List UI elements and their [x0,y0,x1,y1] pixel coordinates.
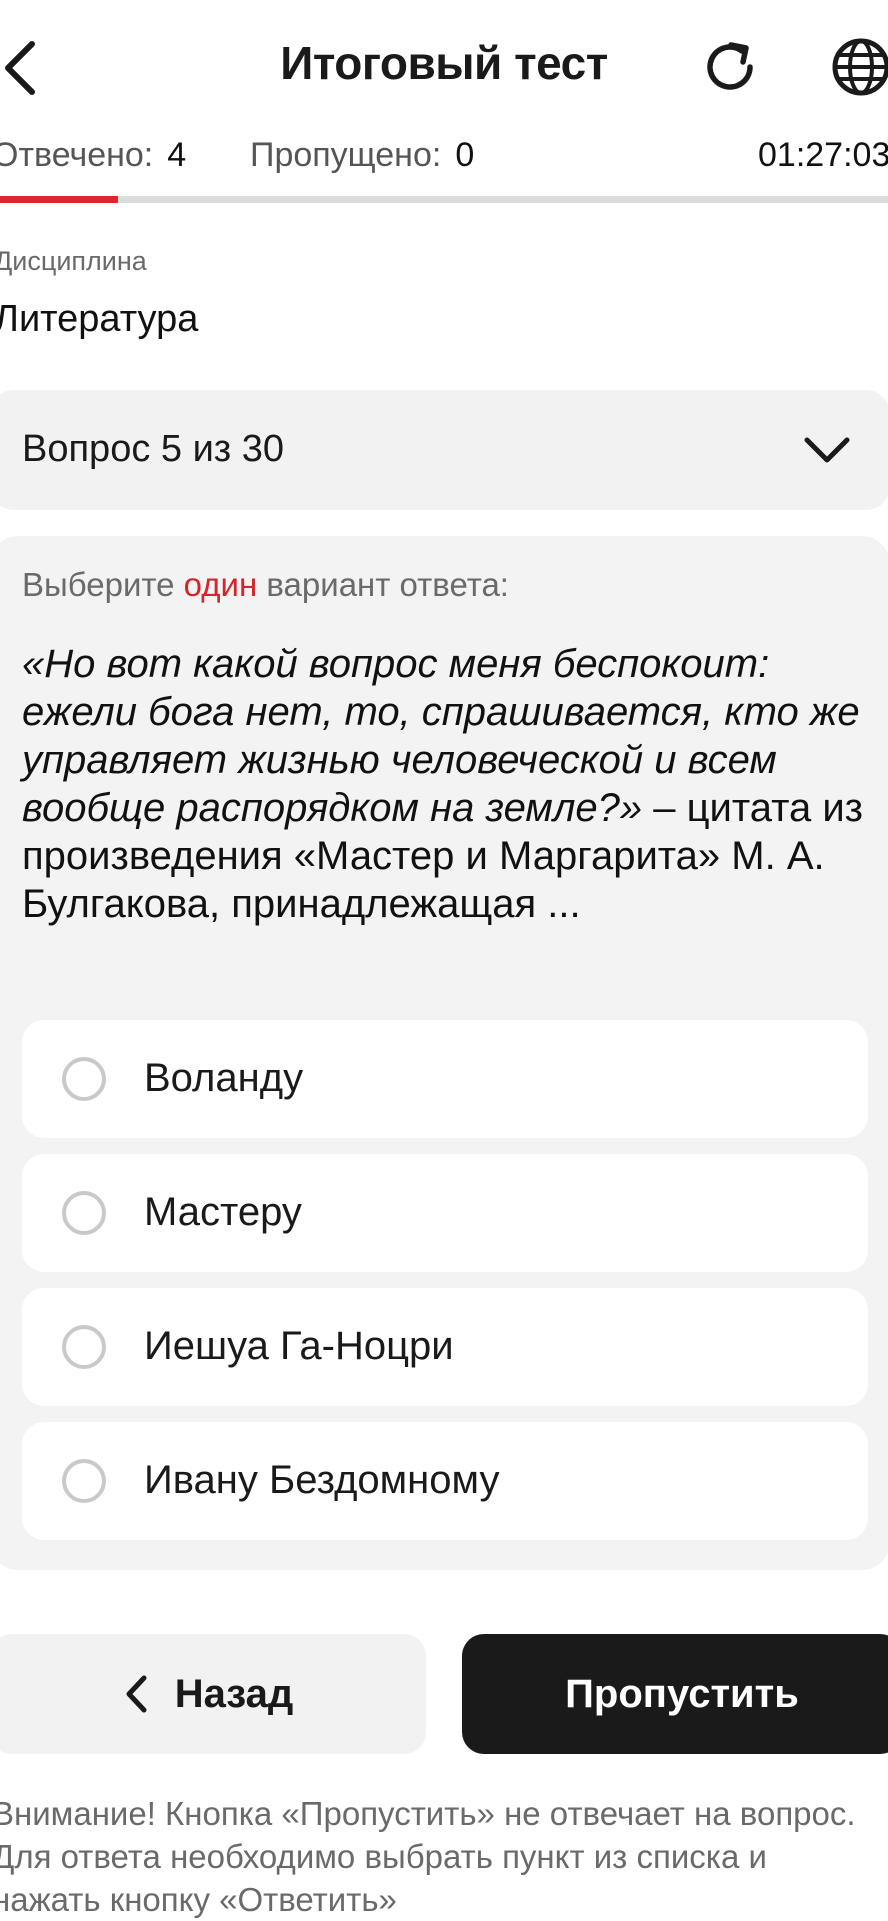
answer-option[interactable]: Воланду [22,1020,868,1138]
answered-counter: Отвечено: 4 [0,136,186,175]
skipped-value: 0 [455,136,475,174]
progress-bar-fill [0,196,119,203]
answered-value: 4 [167,136,187,174]
discipline-value: Литература [0,298,199,340]
answer-option-label: Ивану Бездомному [144,1458,500,1502]
answer-option-label: Мастеру [144,1190,302,1234]
answered-label: Отвечено: [0,136,154,174]
question-text: «Но вот какой вопрос меня беспокоит: еже… [22,640,864,928]
skip-button-label: Пропустить [565,1672,799,1716]
timer: 01:27:03 [758,136,888,174]
back-button-label: Назад [174,1671,294,1716]
question-selector-label: Вопрос 5 из 30 [22,428,285,470]
refresh-icon[interactable] [700,36,762,98]
chevron-left-icon [126,1675,147,1713]
answer-option[interactable]: Иешуа Га-Ноцри [22,1288,868,1406]
radio-button[interactable] [62,1191,106,1235]
question-card: Выберите один вариант ответа: «Но вот ка… [0,536,888,1570]
skipped-label: Пропущено: [250,136,442,174]
answer-option[interactable]: Ивану Бездомному [22,1422,868,1540]
answer-instruction: Выберите один вариант ответа: [22,566,509,604]
globe-icon[interactable] [830,36,888,98]
answer-option-label: Воланду [144,1056,304,1100]
skip-button[interactable]: Пропустить [462,1634,888,1754]
chevron-down-icon [804,437,850,463]
radio-button[interactable] [62,1325,106,1369]
back-button[interactable]: Назад [0,1634,426,1754]
instruction-accent: один [183,566,258,603]
skip-warning-text: Внимание! Кнопка «Пропустить» не отвечае… [0,1795,856,1918]
instruction-before: Выберите [22,566,184,603]
instruction-after: вариант ответа: [257,566,509,603]
discipline-label: Дисциплина [0,246,147,276]
question-selector[interactable]: Вопрос 5 из 30 [0,390,888,510]
radio-button[interactable] [62,1459,106,1503]
answer-option[interactable]: Мастеру [22,1154,868,1272]
radio-button[interactable] [62,1057,106,1101]
progress-bar [0,196,888,203]
skipped-counter: Пропущено: 0 [250,136,474,175]
answer-option-label: Иешуа Га-Ноцри [144,1324,454,1368]
